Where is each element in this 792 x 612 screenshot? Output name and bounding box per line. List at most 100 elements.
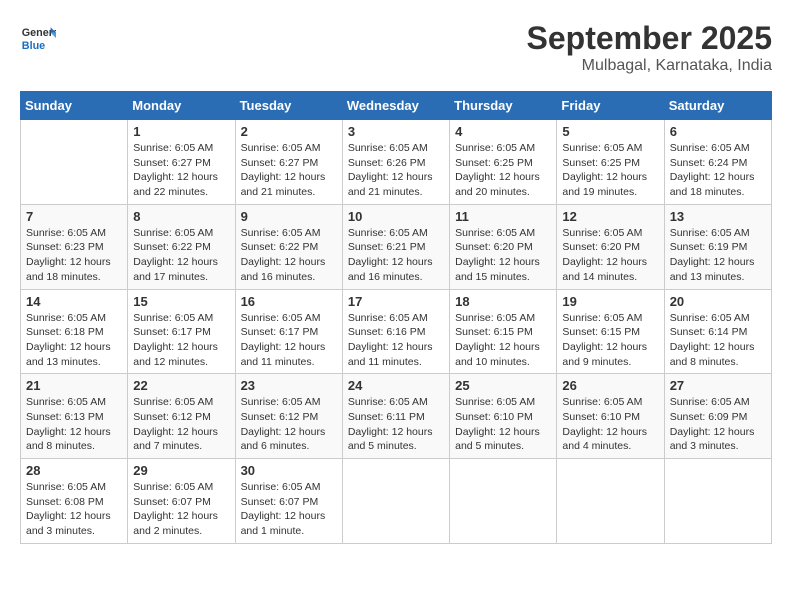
day-info: Sunrise: 6:05 AMSunset: 6:22 PMDaylight:… <box>133 226 229 285</box>
calendar-day-cell: 3 Sunrise: 6:05 AMSunset: 6:26 PMDaylight… <box>342 120 449 205</box>
calendar-day-cell <box>450 459 557 544</box>
day-info: Sunrise: 6:05 AMSunset: 6:19 PMDaylight:… <box>670 226 766 285</box>
day-info: Sunrise: 6:05 AMSunset: 6:24 PMDaylight:… <box>670 141 766 200</box>
svg-text:Blue: Blue <box>22 40 45 52</box>
day-info: Sunrise: 6:05 AMSunset: 6:09 PMDaylight:… <box>670 395 766 454</box>
day-info: Sunrise: 6:05 AMSunset: 6:22 PMDaylight:… <box>241 226 337 285</box>
day-info: Sunrise: 6:05 AMSunset: 6:20 PMDaylight:… <box>562 226 658 285</box>
day-info: Sunrise: 6:05 AMSunset: 6:15 PMDaylight:… <box>455 311 551 370</box>
calendar-day-cell: 4 Sunrise: 6:05 AMSunset: 6:25 PMDaylight… <box>450 120 557 205</box>
day-info: Sunrise: 6:05 AMSunset: 6:08 PMDaylight:… <box>26 480 122 539</box>
calendar-week-row: 21Sunrise: 6:05 AMSunset: 6:13 PMDayligh… <box>21 374 772 459</box>
calendar-week-row: 1Sunrise: 6:05 AMSunset: 6:27 PMDaylight… <box>21 120 772 205</box>
calendar-day-cell: 28 Sunrise: 6:05 AMSunset: 6:08 PMDayligh… <box>21 459 128 544</box>
calendar-day-cell: 8 Sunrise: 6:05 AMSunset: 6:22 PMDaylight… <box>128 204 235 289</box>
day-number: 20 <box>670 294 766 309</box>
day-of-week-header: Sunday <box>21 92 128 120</box>
day-of-week-header: Monday <box>128 92 235 120</box>
day-info: Sunrise: 6:05 AMSunset: 6:23 PMDaylight:… <box>26 226 122 285</box>
calendar-day-cell: 29 Sunrise: 6:05 AMSunset: 6:07 PMDayligh… <box>128 459 235 544</box>
calendar-day-cell: 7 Sunrise: 6:05 AMSunset: 6:23 PMDaylight… <box>21 204 128 289</box>
day-number: 17 <box>348 294 444 309</box>
logo-icon: General Blue <box>20 20 56 56</box>
calendar-day-cell <box>342 459 449 544</box>
day-number: 2 <box>241 124 337 139</box>
calendar-day-cell: 13 Sunrise: 6:05 AMSunset: 6:19 PMDayligh… <box>664 204 771 289</box>
calendar-day-cell <box>664 459 771 544</box>
day-of-week-header: Tuesday <box>235 92 342 120</box>
day-info: Sunrise: 6:05 AMSunset: 6:10 PMDaylight:… <box>455 395 551 454</box>
location-subtitle: Mulbagal, Karnataka, India <box>527 57 772 75</box>
day-number: 23 <box>241 378 337 393</box>
calendar-day-cell: 27 Sunrise: 6:05 AMSunset: 6:09 PMDayligh… <box>664 374 771 459</box>
day-number: 24 <box>348 378 444 393</box>
day-of-week-header: Wednesday <box>342 92 449 120</box>
calendar-day-cell: 20Sunrise: 6:05 AMSunset: 6:14 PMDayligh… <box>664 289 771 374</box>
calendar-day-cell: 19Sunrise: 6:05 AMSunset: 6:15 PMDayligh… <box>557 289 664 374</box>
calendar-day-cell: 1Sunrise: 6:05 AMSunset: 6:27 PMDaylight… <box>128 120 235 205</box>
day-info: Sunrise: 6:05 AMSunset: 6:07 PMDaylight:… <box>241 480 337 539</box>
calendar-day-cell: 5Sunrise: 6:05 AMSunset: 6:25 PMDaylight… <box>557 120 664 205</box>
calendar-table: SundayMondayTuesdayWednesdayThursdayFrid… <box>20 91 772 544</box>
day-info: Sunrise: 6:05 AMSunset: 6:07 PMDaylight:… <box>133 480 229 539</box>
day-number: 3 <box>348 124 444 139</box>
logo: General Blue <box>20 20 56 56</box>
day-info: Sunrise: 6:05 AMSunset: 6:20 PMDaylight:… <box>455 226 551 285</box>
day-number: 29 <box>133 463 229 478</box>
calendar-day-cell: 12 Sunrise: 6:05 AMSunset: 6:20 PMDayligh… <box>557 204 664 289</box>
calendar-day-cell <box>21 120 128 205</box>
calendar-day-cell: 23 Sunrise: 6:05 AMSunset: 6:12 PMDayligh… <box>235 374 342 459</box>
day-info: Sunrise: 6:05 AMSunset: 6:17 PMDaylight:… <box>133 311 229 370</box>
day-of-week-header: Saturday <box>664 92 771 120</box>
day-info: Sunrise: 6:05 AMSunset: 6:17 PMDaylight:… <box>241 311 337 370</box>
day-info: Sunrise: 6:05 AMSunset: 6:27 PMDaylight:… <box>241 141 337 200</box>
calendar-week-row: 7 Sunrise: 6:05 AMSunset: 6:23 PMDaylight… <box>21 204 772 289</box>
calendar-day-cell: 10 Sunrise: 6:05 AMSunset: 6:21 PMDayligh… <box>342 204 449 289</box>
day-info: Sunrise: 6:05 AMSunset: 6:18 PMDaylight:… <box>26 311 122 370</box>
day-of-week-header: Friday <box>557 92 664 120</box>
calendar-day-cell: 14 Sunrise: 6:05 AMSunset: 6:18 PMDayligh… <box>21 289 128 374</box>
calendar-day-cell: 18 Sunrise: 6:05 AMSunset: 6:15 PMDayligh… <box>450 289 557 374</box>
calendar-week-row: 14 Sunrise: 6:05 AMSunset: 6:18 PMDayligh… <box>21 289 772 374</box>
calendar-header-row: SundayMondayTuesdayWednesdayThursdayFrid… <box>21 92 772 120</box>
day-number: 7 <box>26 209 122 224</box>
day-number: 16 <box>241 294 337 309</box>
day-number: 10 <box>348 209 444 224</box>
calendar-day-cell: 6 Sunrise: 6:05 AMSunset: 6:24 PMDaylight… <box>664 120 771 205</box>
calendar-week-row: 28 Sunrise: 6:05 AMSunset: 6:08 PMDayligh… <box>21 459 772 544</box>
day-number: 8 <box>133 209 229 224</box>
calendar-body: 1Sunrise: 6:05 AMSunset: 6:27 PMDaylight… <box>21 120 772 544</box>
day-info: Sunrise: 6:05 AMSunset: 6:12 PMDaylight:… <box>133 395 229 454</box>
day-number: 22 <box>133 378 229 393</box>
day-info: Sunrise: 6:05 AMSunset: 6:15 PMDaylight:… <box>562 311 658 370</box>
day-info: Sunrise: 6:05 AMSunset: 6:25 PMDaylight:… <box>562 141 658 200</box>
calendar-day-cell: 21Sunrise: 6:05 AMSunset: 6:13 PMDayligh… <box>21 374 128 459</box>
day-number: 6 <box>670 124 766 139</box>
month-year-title: September 2025 <box>527 20 772 57</box>
day-number: 12 <box>562 209 658 224</box>
day-number: 28 <box>26 463 122 478</box>
day-info: Sunrise: 6:05 AMSunset: 6:16 PMDaylight:… <box>348 311 444 370</box>
calendar-day-cell: 24Sunrise: 6:05 AMSunset: 6:11 PMDayligh… <box>342 374 449 459</box>
day-number: 30 <box>241 463 337 478</box>
day-number: 4 <box>455 124 551 139</box>
calendar-day-cell: 2 Sunrise: 6:05 AMSunset: 6:27 PMDaylight… <box>235 120 342 205</box>
calendar-day-cell: 11Sunrise: 6:05 AMSunset: 6:20 PMDayligh… <box>450 204 557 289</box>
day-number: 18 <box>455 294 551 309</box>
day-info: Sunrise: 6:05 AMSunset: 6:26 PMDaylight:… <box>348 141 444 200</box>
day-number: 15 <box>133 294 229 309</box>
title-block: September 2025 Mulbagal, Karnataka, Indi… <box>527 20 772 75</box>
day-number: 9 <box>241 209 337 224</box>
page-header: General Blue September 2025 Mulbagal, Ka… <box>20 20 772 75</box>
calendar-day-cell: 16 Sunrise: 6:05 AMSunset: 6:17 PMDayligh… <box>235 289 342 374</box>
day-info: Sunrise: 6:05 AMSunset: 6:25 PMDaylight:… <box>455 141 551 200</box>
calendar-day-cell: 25Sunrise: 6:05 AMSunset: 6:10 PMDayligh… <box>450 374 557 459</box>
day-number: 21 <box>26 378 122 393</box>
day-info: Sunrise: 6:05 AMSunset: 6:12 PMDaylight:… <box>241 395 337 454</box>
day-number: 27 <box>670 378 766 393</box>
day-number: 14 <box>26 294 122 309</box>
day-info: Sunrise: 6:05 AMSunset: 6:10 PMDaylight:… <box>562 395 658 454</box>
day-info: Sunrise: 6:05 AMSunset: 6:21 PMDaylight:… <box>348 226 444 285</box>
calendar-day-cell: 17 Sunrise: 6:05 AMSunset: 6:16 PMDayligh… <box>342 289 449 374</box>
day-number: 13 <box>670 209 766 224</box>
